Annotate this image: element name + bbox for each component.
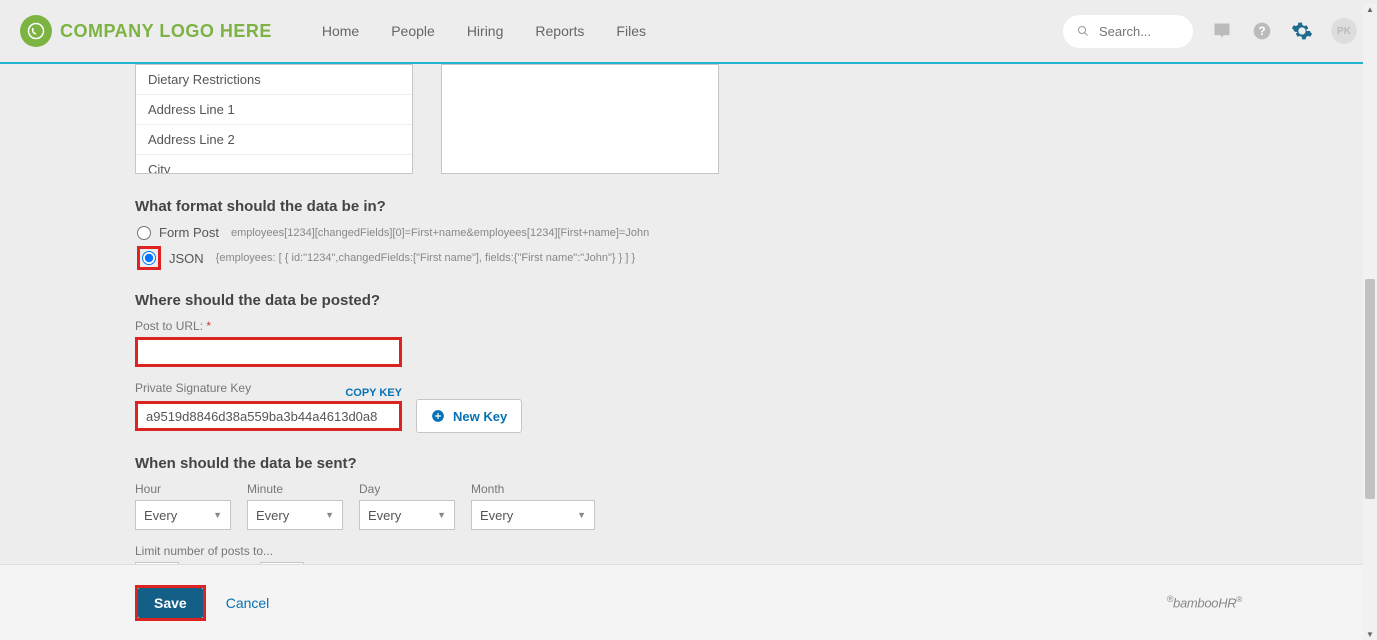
content-wrap: Dietary Restrictions Address Line 1 Addr… (0, 64, 1377, 564)
post-heading: Where should the data be posted? (135, 292, 1242, 309)
chevron-down-icon: ▼ (577, 510, 586, 520)
svg-text:?: ? (1258, 25, 1265, 38)
company-logo[interactable]: COMPANY LOGO HERE (20, 15, 272, 47)
radio-formpost[interactable] (137, 226, 151, 240)
topbar-right: ? PK (1063, 15, 1357, 48)
new-key-label: New Key (453, 409, 507, 424)
select-day-group: Day Every▼ (359, 482, 455, 530)
format-section: What format should the data be in? Form … (135, 198, 1242, 270)
highlight-json-radio (137, 246, 161, 270)
select-label: Month (471, 482, 595, 496)
schedule-row: Hour Every▼ Minute Every▼ Day Every▼ Mon… (135, 482, 1242, 530)
search-input[interactable] (1099, 24, 1179, 39)
schedule-section: When should the data be sent? Hour Every… (135, 455, 1242, 564)
list-item[interactable]: Dietary Restrictions (136, 65, 412, 95)
radio-json[interactable] (142, 251, 156, 265)
content: Dietary Restrictions Address Line 1 Addr… (0, 64, 1377, 564)
top-bar: COMPANY LOGO HERE Home People Hiring Rep… (0, 0, 1377, 64)
footer-bar: Save Cancel ®bambooHR® (0, 564, 1377, 640)
inbox-icon[interactable] (1211, 20, 1233, 42)
save-button[interactable]: Save (138, 588, 203, 618)
post-url-input[interactable] (135, 337, 402, 367)
format-heading: What format should the data be in? (135, 198, 1242, 215)
select-label: Minute (247, 482, 343, 496)
brand-footer: ®bambooHR® (1167, 594, 1242, 610)
cancel-button[interactable]: Cancel (226, 595, 270, 611)
format-option-json[interactable]: JSON {employees: [ { id:"1234",changedFi… (135, 246, 1242, 270)
post-section: Where should the data be posted? Post to… (135, 292, 1242, 433)
field-picker-row: Dietary Restrictions Address Line 1 Addr… (135, 64, 1242, 174)
copy-key-link[interactable]: COPY KEY (345, 387, 402, 399)
logo-icon (20, 15, 52, 47)
radio-desc: employees[1234][changedFields][0]=First+… (231, 227, 649, 239)
limit-label: Limit number of posts to... (135, 544, 1242, 558)
chevron-down-icon: ▼ (325, 510, 334, 520)
list-item[interactable]: Address Line 2 (136, 125, 412, 155)
key-label: Private Signature Key (135, 381, 251, 395)
search-box[interactable] (1063, 15, 1193, 48)
select-minute-group: Minute Every▼ (247, 482, 343, 530)
select-hour[interactable]: Every▼ (135, 500, 231, 530)
nav-files[interactable]: Files (616, 23, 646, 39)
format-option-formpost[interactable]: Form Post employees[1234][changedFields]… (135, 225, 1242, 240)
select-month-group: Month Every▼ (471, 482, 595, 530)
selected-fields-listbox[interactable] (441, 64, 719, 174)
scroll-up-icon[interactable]: ▲ (1364, 3, 1376, 15)
scroll-down-icon[interactable]: ▼ (1364, 628, 1376, 640)
fields-list[interactable]: Dietary Restrictions Address Line 1 Addr… (135, 64, 413, 174)
select-hour-group: Hour Every▼ (135, 482, 231, 530)
main-nav: Home People Hiring Reports Files (322, 23, 646, 39)
list-item[interactable]: Address Line 1 (136, 95, 412, 125)
highlight-save: Save (135, 585, 206, 621)
available-fields-listbox: Dietary Restrictions Address Line 1 Addr… (135, 64, 413, 174)
select-month[interactable]: Every▼ (471, 500, 595, 530)
page-scrollbar[interactable]: ▲ ▼ (1363, 3, 1377, 640)
chevron-down-icon: ▼ (213, 510, 222, 520)
gear-icon[interactable] (1291, 20, 1313, 42)
chevron-down-icon: ▼ (437, 510, 446, 520)
scrollbar-thumb[interactable] (1365, 279, 1375, 499)
url-label: Post to URL: * (135, 319, 1242, 333)
help-icon[interactable]: ? (1251, 20, 1273, 42)
nav-people[interactable]: People (391, 23, 435, 39)
select-minute[interactable]: Every▼ (247, 500, 343, 530)
schedule-heading: When should the data be sent? (135, 455, 1242, 472)
signature-key-input[interactable] (135, 401, 402, 431)
radio-label: Form Post (159, 225, 219, 240)
plus-circle-icon (431, 409, 445, 423)
logo-text: COMPANY LOGO HERE (60, 21, 272, 42)
select-day[interactable]: Every▼ (359, 500, 455, 530)
nav-hiring[interactable]: Hiring (467, 23, 504, 39)
nav-reports[interactable]: Reports (535, 23, 584, 39)
search-icon (1077, 24, 1089, 38)
radio-desc: {employees: [ { id:"1234",changedFields:… (216, 252, 636, 264)
list-item[interactable]: City (136, 155, 412, 174)
select-label: Day (359, 482, 455, 496)
avatar[interactable]: PK (1331, 18, 1357, 44)
new-key-button[interactable]: New Key (416, 399, 522, 433)
select-label: Hour (135, 482, 231, 496)
nav-home[interactable]: Home (322, 23, 359, 39)
radio-label: JSON (169, 251, 204, 266)
